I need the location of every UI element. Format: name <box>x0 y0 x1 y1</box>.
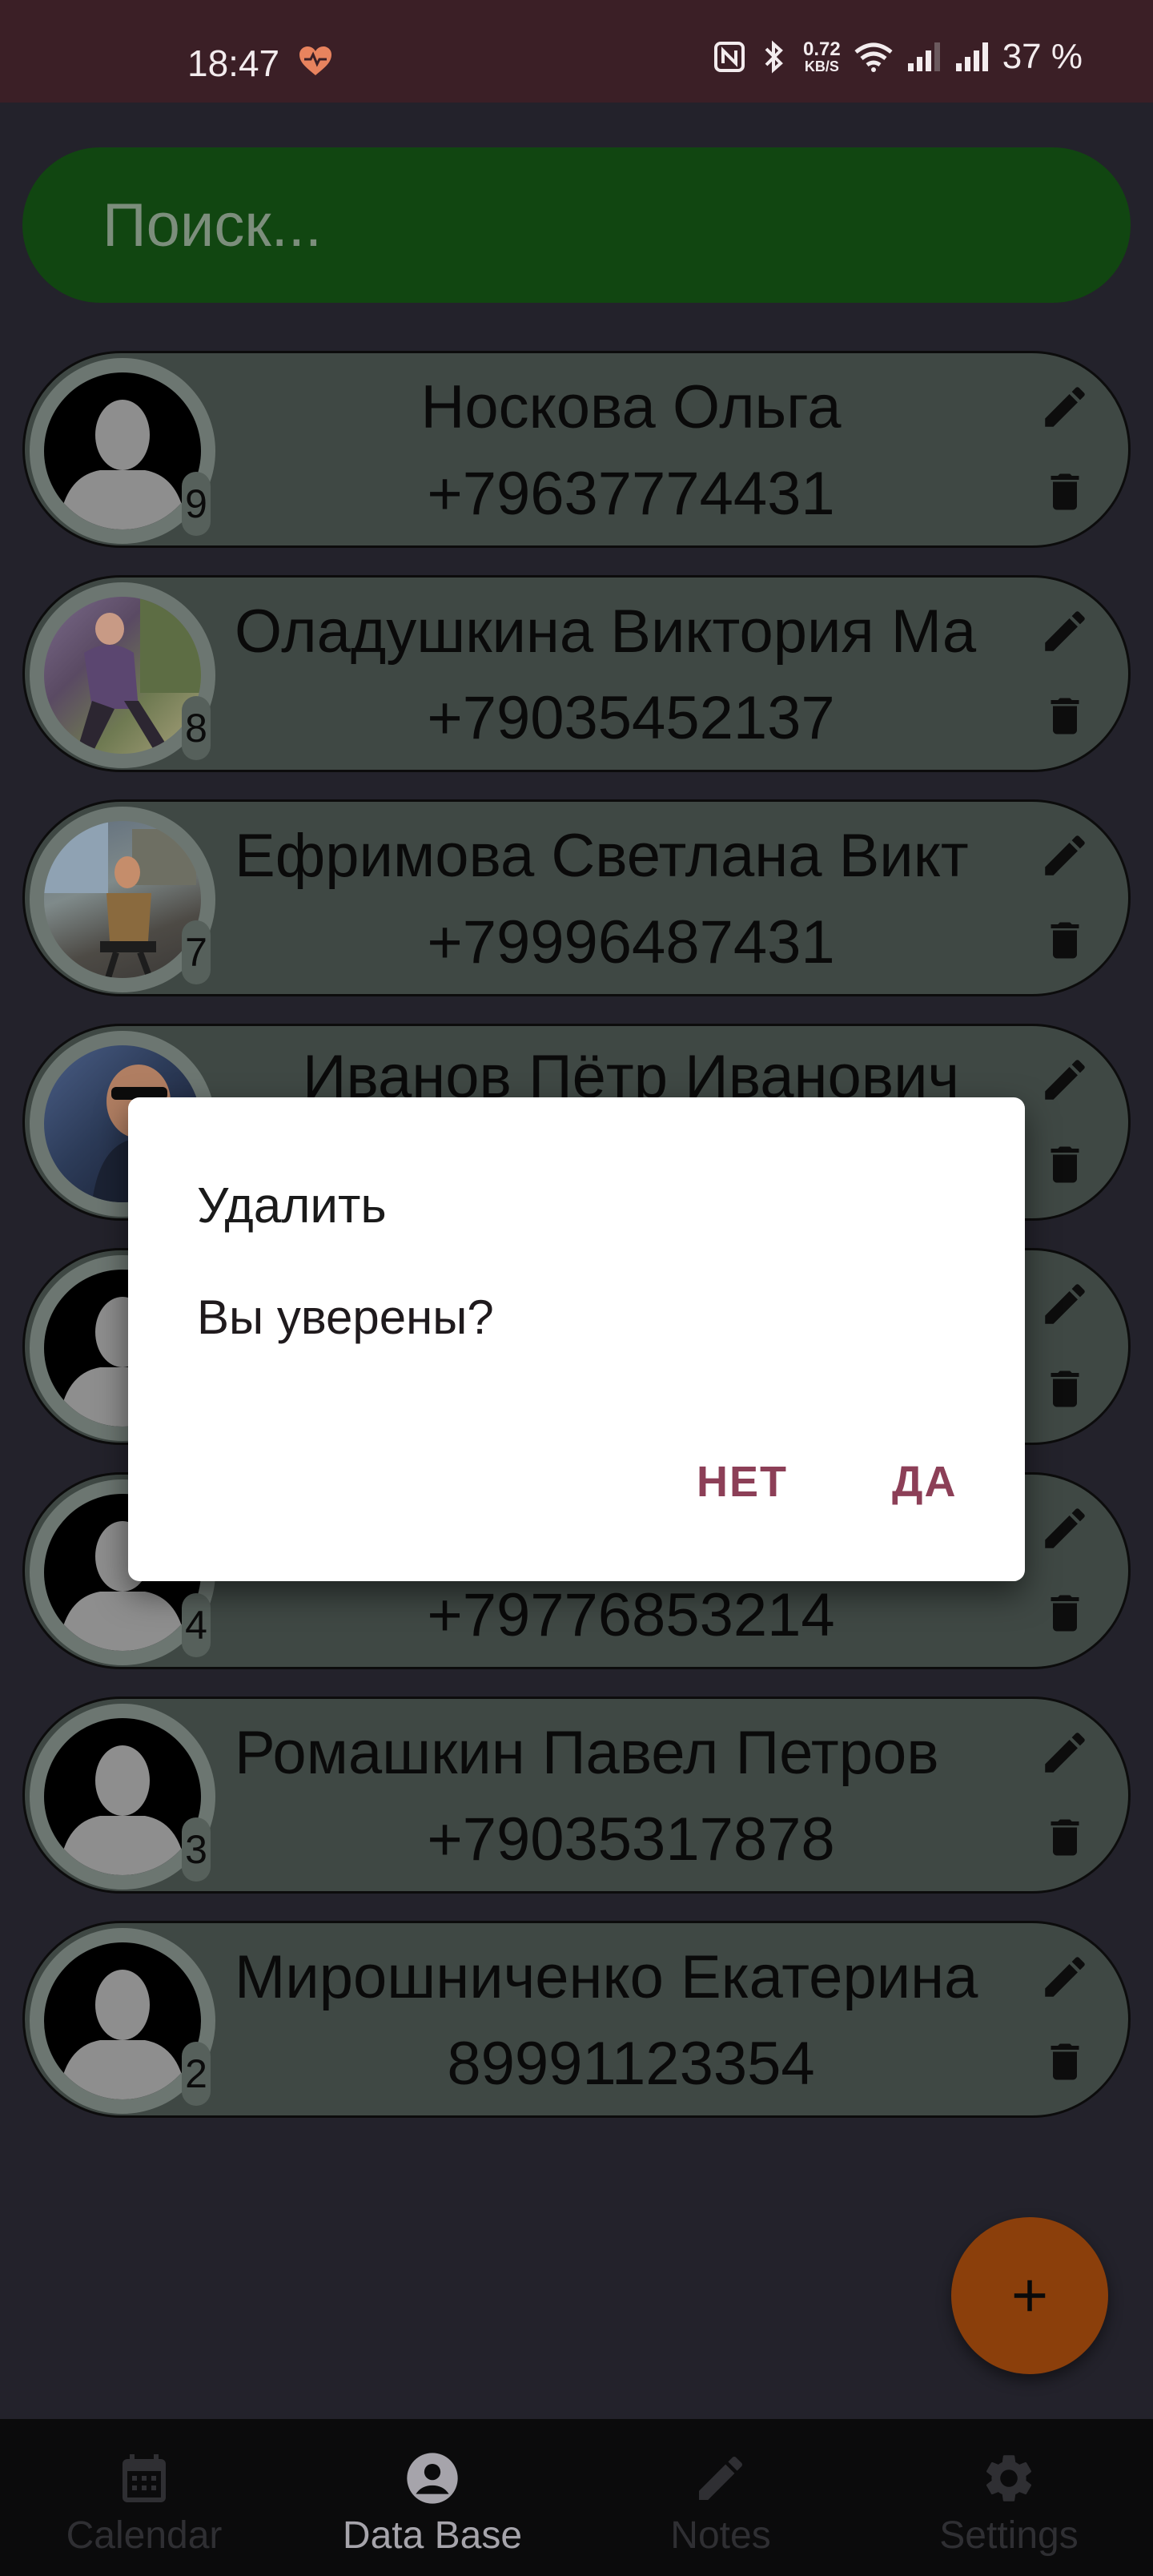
nav-item-calendar[interactable]: Calendar <box>0 2419 288 2576</box>
nav-label: Settings <box>939 2514 1079 2557</box>
calendar-icon <box>112 2446 176 2510</box>
battery-percent: 37 % <box>1002 37 1083 76</box>
account-icon <box>400 2446 464 2510</box>
status-icons: 0.72 KB/S 37 % <box>713 37 1083 77</box>
nav-item-database[interactable]: Data Base <box>288 2419 576 2576</box>
signal-1-icon <box>906 41 942 73</box>
nav-item-settings[interactable]: Settings <box>865 2419 1153 2576</box>
nfc-icon <box>713 41 745 73</box>
pencil-icon <box>689 2446 753 2510</box>
dialog-no-button[interactable]: НЕТ <box>674 1434 810 1530</box>
net-speed-value: 0.72 <box>802 38 841 60</box>
net-speed-unit: KB/S <box>804 58 839 74</box>
health-heart-icon <box>298 45 333 77</box>
dialog-yes-button[interactable]: ДА <box>870 1434 979 1530</box>
dialog-message: Вы уверены? <box>197 1290 494 1344</box>
nav-label: Data Base <box>342 2514 523 2557</box>
bottom-navigation: Calendar Data Base Notes Settings <box>0 2419 1153 2576</box>
bluetooth-icon <box>758 39 790 74</box>
dialog-title: Удалить <box>197 1178 387 1234</box>
delete-confirm-dialog: Удалить Вы уверены? НЕТ ДА <box>128 1097 1025 1581</box>
nav-item-notes[interactable]: Notes <box>576 2419 865 2576</box>
signal-2-icon <box>954 41 990 73</box>
nav-label: Notes <box>670 2514 771 2557</box>
status-bar: 18:47 0.72 KB/S 37 % <box>0 0 1153 103</box>
status-time: 18:47 <box>187 42 280 84</box>
net-speed: 0.72 KB/S <box>803 40 841 74</box>
gear-icon <box>977 2446 1041 2510</box>
wifi-icon <box>854 41 894 73</box>
nav-label: Calendar <box>66 2514 223 2557</box>
